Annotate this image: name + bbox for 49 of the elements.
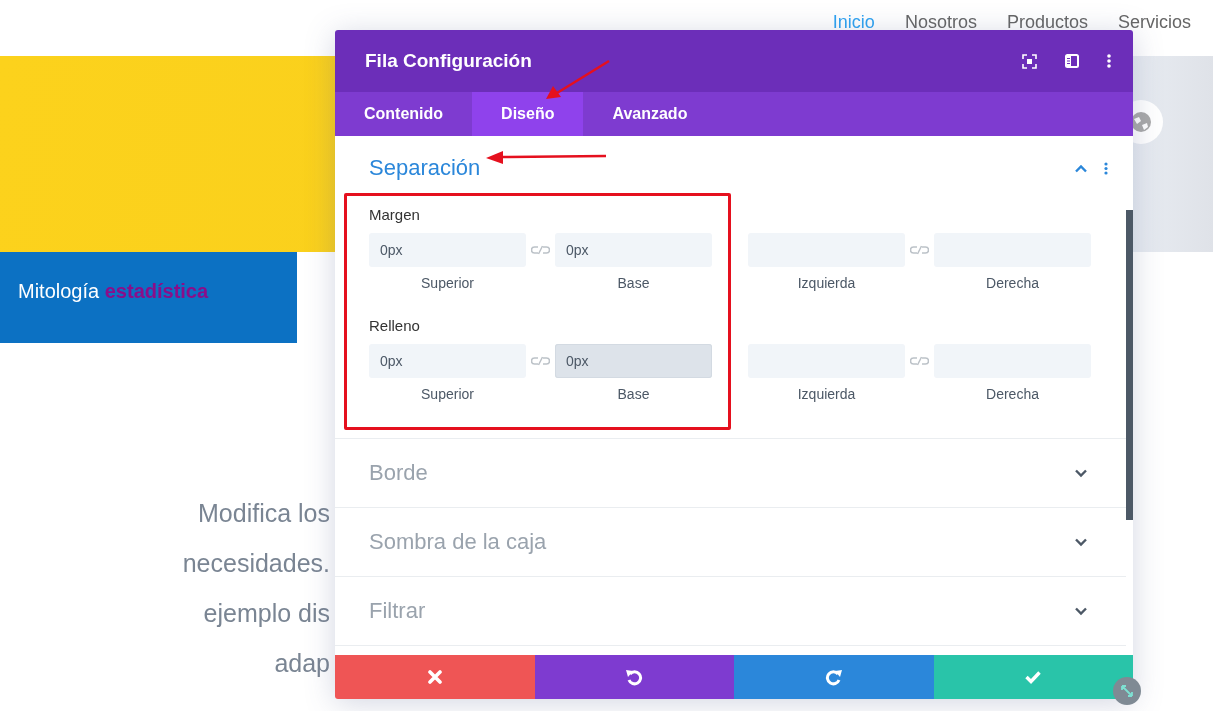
link-icon[interactable]	[910, 245, 929, 255]
link-icon[interactable]	[531, 356, 550, 366]
input-field[interactable]: 0px	[369, 233, 526, 267]
field-caption: Base	[617, 386, 650, 402]
more-icon[interactable]	[1107, 54, 1111, 68]
scrollbar[interactable]	[1126, 210, 1133, 520]
banner-text: Mitología estadística	[18, 280, 209, 303]
field-caption: Derecha	[986, 275, 1039, 291]
nav-link[interactable]: Nosotros	[904, 12, 977, 33]
chevron-up-icon[interactable]	[1074, 163, 1088, 173]
cancel-button[interactable]	[335, 655, 535, 699]
tab[interactable]: Contenido	[335, 92, 473, 136]
check-icon	[1025, 670, 1042, 684]
paragraph-line: necesidades.	[182, 548, 330, 579]
chevron-down-icon[interactable]	[1074, 606, 1088, 616]
section-title[interactable]: Separación	[369, 155, 1074, 181]
paragraph-line: adap	[274, 648, 330, 679]
redo-button[interactable]	[734, 655, 934, 699]
link-icon[interactable]	[531, 245, 550, 255]
field-label: Margen	[369, 206, 421, 223]
field-caption: Izquierda	[797, 275, 856, 291]
paragraph-line: Modifica los	[198, 498, 330, 529]
link-icon[interactable]	[910, 356, 929, 366]
undo-icon	[625, 668, 644, 686]
chevron-down-icon[interactable]	[1074, 468, 1088, 478]
resize-handle[interactable]	[1113, 677, 1141, 705]
nav-link[interactable]: Productos	[1006, 12, 1088, 33]
more-icon[interactable]	[1104, 161, 1108, 175]
field-caption: Derecha	[986, 386, 1039, 402]
field-caption: Superior	[421, 275, 474, 291]
focus-icon[interactable]	[1022, 53, 1037, 69]
input-field[interactable]: 0px	[555, 344, 712, 378]
sidebar-icon[interactable]	[1065, 54, 1079, 68]
field-label: Relleno	[369, 317, 421, 334]
input-field[interactable]: 0px	[555, 233, 712, 267]
undo-button[interactable]	[534, 655, 734, 699]
save-button[interactable]	[933, 655, 1133, 699]
redo-icon	[824, 668, 843, 686]
close-icon	[427, 670, 442, 684]
tab[interactable]: Diseño	[472, 92, 584, 136]
modal-title: Fila Configuración	[365, 50, 533, 72]
field-caption: Superior	[421, 386, 474, 402]
paragraph-line: ejemplo dis	[203, 598, 330, 629]
nav-link[interactable]: Servicios	[1117, 12, 1191, 33]
tab[interactable]: Avanzado	[583, 92, 717, 136]
field-caption: Base	[617, 275, 650, 291]
field-caption: Izquierda	[797, 386, 856, 402]
input-field[interactable]: 0px	[369, 344, 526, 378]
chevron-down-icon[interactable]	[1074, 537, 1088, 547]
